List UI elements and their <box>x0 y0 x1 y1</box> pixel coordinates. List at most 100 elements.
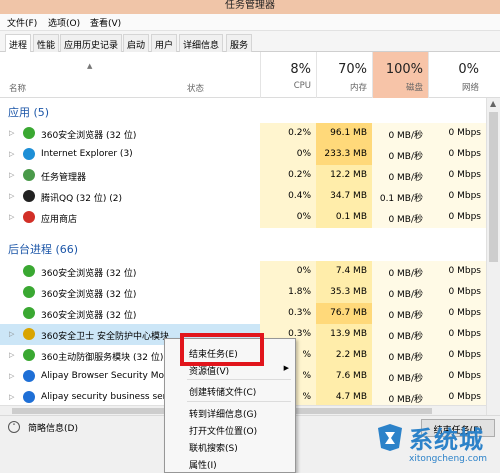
memory-cell: 76.7 MB <box>316 303 372 324</box>
process-row[interactable]: 360安全浏览器 (32 位) 1.8% 35.3 MB 0 MB/秒 0 Mbps <box>0 282 486 303</box>
submenu-arrow-icon: ▶ <box>283 364 289 372</box>
expand-icon[interactable]: ▷ <box>9 129 14 137</box>
expand-icon[interactable]: ▷ <box>9 351 14 359</box>
tab-users[interactable]: 用户 <box>151 34 178 52</box>
expand-icon[interactable]: ▷ <box>9 330 14 338</box>
header-name[interactable]: 名称 <box>9 82 26 94</box>
memory-cell: 34.7 MB <box>316 186 372 207</box>
disk-cell: 0 MB/秒 <box>372 261 428 282</box>
header-status[interactable]: 状态 <box>187 82 204 94</box>
ctx-search-online[interactable]: 联机搜索(S) <box>165 438 295 455</box>
tab-startup[interactable]: 启动 <box>123 34 150 52</box>
process-row[interactable]: 360安全浏览器 (32 位) 0.3% 76.7 MB 0 MB/秒 0 Mbps <box>0 303 486 324</box>
network-cell: 0 Mbps <box>428 282 486 303</box>
expand-icon[interactable]: ▷ <box>9 192 14 200</box>
watermark-logo-icon <box>378 424 402 451</box>
title-bar: 任务管理器 <box>0 0 500 14</box>
process-name: 腾讯QQ (32 位) (2) <box>41 194 122 204</box>
network-cell: 0 Mbps <box>428 207 486 228</box>
disk-cell: 0 MB/秒 <box>372 144 428 165</box>
header-memory[interactable]: 70% 内存 <box>316 52 372 98</box>
process-row[interactable]: ▷ 应用商店 0% 0.1 MB 0 MB/秒 0 Mbps <box>0 207 486 228</box>
process-row[interactable]: ▷ 任务管理器 0.2% 12.2 MB 0 MB/秒 0 Mbps <box>0 165 486 186</box>
network-label: 网络 <box>461 83 479 93</box>
cpu-cell: 0% <box>260 207 316 228</box>
cpu-cell: 0% <box>260 144 316 165</box>
header-cpu[interactable]: 8% CPU <box>260 52 316 98</box>
process-icon <box>23 265 35 277</box>
expand-icon[interactable]: ▷ <box>9 393 14 401</box>
process-icon <box>23 370 35 382</box>
expand-icon[interactable]: ▷ <box>9 372 14 380</box>
tab-bar: 进程 性能 应用历史记录 启动 用户 详细信息 服务 <box>0 31 500 53</box>
menu-options[interactable]: 选项(O) <box>48 16 80 29</box>
expand-icon[interactable]: ▷ <box>9 150 14 158</box>
vertical-scrollbar[interactable]: ▲ <box>486 98 500 415</box>
sort-up-icon: ▲ <box>87 62 93 70</box>
memory-cell: 96.1 MB <box>316 123 372 144</box>
watermark-url: xitongcheng.com <box>409 454 487 464</box>
memory-cell: 12.2 MB <box>316 165 372 186</box>
process-icon <box>23 286 35 298</box>
tab-performance[interactable]: 性能 <box>33 34 60 52</box>
process-icon <box>23 307 35 319</box>
process-row[interactable]: ▷ 腾讯QQ (32 位) (2) 0.4% 34.7 MB 0.1 MB/秒 0 Mbp… <box>0 186 486 207</box>
memory-cell: 7.4 MB <box>316 261 372 282</box>
tab-services[interactable]: 服务 <box>226 34 253 52</box>
header-divider <box>372 52 373 98</box>
cpu-cell: 1.8% <box>260 282 316 303</box>
ctx-go-to-details[interactable]: 转到详细信息(G) <box>165 404 295 421</box>
header-network[interactable]: 0% 网络 <box>428 52 484 98</box>
fewer-details-link[interactable]: 简略信息(D) <box>28 421 78 434</box>
memory-cell: 13.9 MB <box>316 324 372 345</box>
memory-cell: 233.3 MB <box>316 144 372 165</box>
process-row[interactable]: ▷ Internet Explorer (3) 0% 233.3 MB 0 MB/秒 0 … <box>0 144 486 165</box>
section-background: 后台进程 (66) <box>8 243 79 256</box>
memory-label: 内存 <box>349 83 367 93</box>
process-row[interactable]: ▷ 360安全浏览器 (32 位) 0.2% 96.1 MB 0 MB/秒 0 Mbps <box>0 123 486 144</box>
process-name: Alipay security business ser <box>41 392 167 402</box>
network-cell: 0 Mbps <box>428 345 486 366</box>
menu-view[interactable]: 查看(V) <box>90 16 121 29</box>
tab-processes[interactable]: 进程 <box>5 34 32 53</box>
header-divider <box>316 52 317 98</box>
ctx-properties[interactable]: 属性(I) <box>165 455 295 472</box>
tab-details[interactable]: 详细信息 <box>179 34 224 52</box>
tab-app-history[interactable]: 应用历史记录 <box>60 34 123 52</box>
cpu-cell: 0.2% <box>260 123 316 144</box>
process-name: 任务管理器 <box>41 173 87 183</box>
chevron-up-icon[interactable]: ˄ <box>8 421 20 433</box>
network-cell: 0 Mbps <box>428 324 486 345</box>
highlight-box <box>180 333 264 366</box>
cpu-cell: 0% <box>260 261 316 282</box>
disk-cell: 0 MB/秒 <box>372 324 428 345</box>
process-name: 360安全浏览器 (32 位) <box>41 131 137 141</box>
header-disk[interactable]: 100% 磁盘 <box>372 52 428 98</box>
disk-cell: 0 MB/秒 <box>372 303 428 324</box>
disk-cell: 0 MB/秒 <box>372 366 428 387</box>
cpu-percent: 8% <box>290 62 311 77</box>
process-name: 应用商店 <box>41 215 78 225</box>
menu-file[interactable]: 文件(F) <box>7 16 37 29</box>
process-icon <box>23 349 35 361</box>
header-divider <box>260 52 261 98</box>
scroll-up-icon[interactable]: ▲ <box>490 99 496 108</box>
network-cell: 0 Mbps <box>428 144 486 165</box>
scrollbar-thumb[interactable] <box>489 112 498 262</box>
network-cell: 0 Mbps <box>428 366 486 387</box>
network-percent: 0% <box>458 62 479 77</box>
ctx-open-file-location[interactable]: 打开文件位置(O) <box>165 421 295 438</box>
ctx-create-dump[interactable]: 创建转储文件(C) <box>165 382 295 399</box>
process-row[interactable]: 360安全浏览器 (32 位) 0% 7.4 MB 0 MB/秒 0 Mbps <box>0 261 486 282</box>
memory-cell: 7.6 MB <box>316 366 372 387</box>
network-cell: 0 Mbps <box>428 186 486 207</box>
disk-cell: 0 MB/秒 <box>372 282 428 303</box>
process-name: 360主动防御服务模块 (32 位) <box>41 353 164 363</box>
process-icon <box>23 148 35 160</box>
expand-icon[interactable]: ▷ <box>9 213 14 221</box>
ctx-resource-values-label: 资源值(V) <box>189 367 230 377</box>
process-icon <box>23 211 35 223</box>
expand-icon[interactable]: ▷ <box>9 171 14 179</box>
process-icon <box>23 169 35 181</box>
memory-cell: 0.1 MB <box>316 207 372 228</box>
